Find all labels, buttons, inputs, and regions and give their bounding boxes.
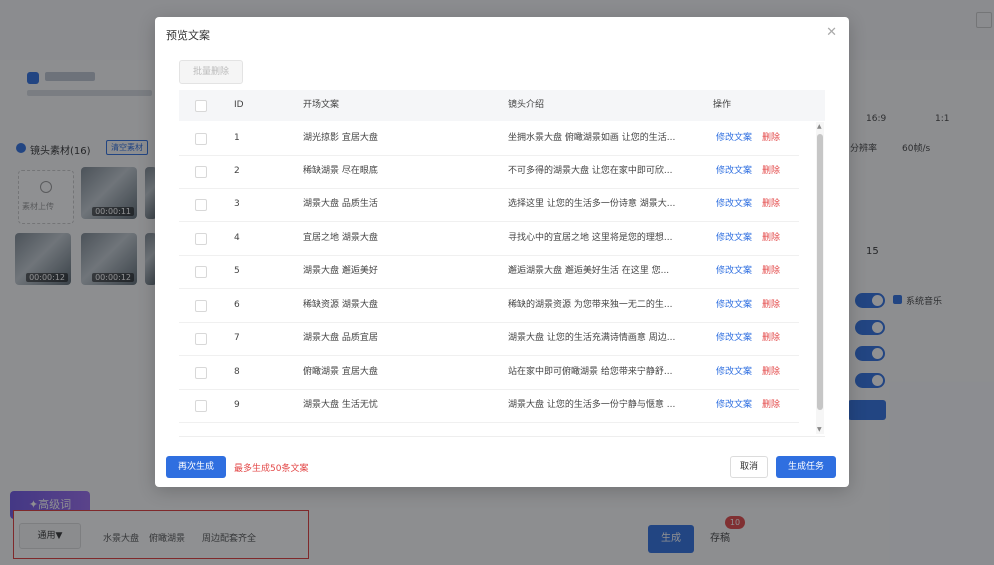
table-header: ID 开场文案 镜头介绍 操作 <box>179 90 825 121</box>
row-checkbox[interactable] <box>195 300 207 312</box>
row-opening: 湖光掠影 宜居大盘 <box>303 133 378 143</box>
table-row: 6 稀缺资源 湖景大盘 稀缺的湖景资源 为您带来独一无二的生... 修改文案 删… <box>179 289 799 323</box>
modal-title: 预览文案 <box>166 29 210 42</box>
edit-copy-link[interactable]: 修改文案 <box>716 188 752 221</box>
table-row: 1 湖光掠影 宜居大盘 坐拥水景大盘 俯瞰湖景如画 让您的生活... 修改文案 … <box>179 122 799 156</box>
delete-link[interactable]: 删除 <box>762 188 780 221</box>
create-task-button[interactable]: 生成任务 <box>776 456 836 478</box>
row-intro: 坐拥水景大盘 俯瞰湖景如画 让您的生活... <box>508 133 676 143</box>
delete-link[interactable]: 删除 <box>762 322 780 355</box>
regenerate-button[interactable]: 再次生成 <box>166 456 226 478</box>
row-intro: 湖景大盘 让您的生活多一份宁静与惬意 ... <box>508 400 676 410</box>
row-opening: 稀缺资源 湖景大盘 <box>303 300 378 310</box>
edit-copy-link[interactable]: 修改文案 <box>716 389 752 422</box>
table-row: 4 宜居之地 湖景大盘 寻找心中的宜居之地 这里将是您的理想... 修改文案 删… <box>179 222 799 256</box>
row-intro: 不可多得的湖景大盘 让您在家中即可欣... <box>508 166 673 176</box>
scroll-down-icon[interactable]: ▼ <box>817 426 822 433</box>
row-intro: 站在家中即可俯瞰湖景 给您带来宁静舒... <box>508 367 673 377</box>
edit-copy-link[interactable]: 修改文案 <box>716 122 752 155</box>
cancel-button[interactable]: 取消 <box>730 456 768 478</box>
edit-copy-link[interactable]: 修改文案 <box>716 155 752 188</box>
table-row: 3 湖景大盘 品质生活 选择这里 让您的生活多一份诗意 湖景大... 修改文案 … <box>179 188 799 222</box>
row-checkbox[interactable] <box>195 266 207 278</box>
row-checkbox[interactable] <box>195 233 207 245</box>
table-row: 7 湖景大盘 品质宜居 湖景大盘 让您的生活充满诗情画意 周边... 修改文案 … <box>179 322 799 356</box>
close-icon[interactable]: ✕ <box>826 25 837 40</box>
row-opening: 湖景大盘 品质生活 <box>303 199 378 209</box>
scroll-up-icon[interactable]: ▲ <box>817 123 822 130</box>
table-row: 9 湖景大盘 生活无忧 湖景大盘 让您的生活多一份宁静与惬意 ... 修改文案 … <box>179 389 799 423</box>
row-intro: 邂逅湖景大盘 邂逅美好生活 在这里 您... <box>508 266 670 276</box>
select-all-checkbox[interactable] <box>195 100 207 112</box>
row-opening: 湖景大盘 品质宜居 <box>303 333 378 343</box>
row-checkbox[interactable] <box>195 367 207 379</box>
footer-divider <box>179 436 825 437</box>
row-id: 6 <box>234 300 240 310</box>
delete-link[interactable]: 删除 <box>762 122 780 155</box>
row-intro: 湖景大盘 让您的生活充满诗情画意 周边... <box>508 333 676 343</box>
row-intro: 选择这里 让您的生活多一份诗意 湖景大... <box>508 199 676 209</box>
edit-copy-link[interactable]: 修改文案 <box>716 222 752 255</box>
row-id: 5 <box>234 266 240 276</box>
table-row: 5 湖景大盘 邂逅美好 邂逅湖景大盘 邂逅美好生活 在这里 您... 修改文案 … <box>179 255 799 289</box>
row-id: 7 <box>234 333 240 343</box>
row-opening: 稀缺湖景 尽在眼底 <box>303 166 378 176</box>
row-checkbox[interactable] <box>195 199 207 211</box>
delete-link[interactable]: 删除 <box>762 255 780 288</box>
column-header-intro: 镜头介绍 <box>508 100 545 110</box>
row-id: 8 <box>234 367 240 377</box>
row-checkbox[interactable] <box>195 133 207 145</box>
edit-copy-link[interactable]: 修改文案 <box>716 356 752 389</box>
delete-link[interactable]: 删除 <box>762 389 780 422</box>
delete-link[interactable]: 删除 <box>762 155 780 188</box>
row-opening: 俯瞰湖景 宜居大盘 <box>303 367 378 377</box>
column-header-actions: 操作 <box>713 100 732 110</box>
scrollbar-thumb[interactable] <box>817 134 823 410</box>
table-row: 2 稀缺湖景 尽在眼底 不可多得的湖景大盘 让您在家中即可欣... 修改文案 删… <box>179 155 799 189</box>
table-scrollbar[interactable]: ▲ ▼ <box>816 122 824 434</box>
row-opening: 宜居之地 湖景大盘 <box>303 233 378 243</box>
delete-link[interactable]: 删除 <box>762 222 780 255</box>
row-id: 3 <box>234 199 240 209</box>
edit-copy-link[interactable]: 修改文案 <box>716 289 752 322</box>
column-header-opening: 开场文案 <box>303 100 340 110</box>
table-row: 8 俯瞰湖景 宜居大盘 站在家中即可俯瞰湖景 给您带来宁静舒... 修改文案 删… <box>179 356 799 390</box>
column-header-id: ID <box>234 100 244 110</box>
delete-link[interactable]: 删除 <box>762 289 780 322</box>
row-checkbox[interactable] <box>195 400 207 412</box>
row-intro: 稀缺的湖景资源 为您带来独一无二的生... <box>508 300 673 310</box>
limit-note: 最多生成50条文案 <box>234 464 309 474</box>
row-id: 9 <box>234 400 240 410</box>
delete-link[interactable]: 删除 <box>762 356 780 389</box>
preview-copy-modal: 预览文案 ✕ 批量删除 ID 开场文案 镜头介绍 操作 1 湖光掠影 宜居大盘 … <box>155 17 849 487</box>
row-opening: 湖景大盘 邂逅美好 <box>303 266 378 276</box>
row-checkbox[interactable] <box>195 166 207 178</box>
row-id: 4 <box>234 233 240 243</box>
row-opening: 湖景大盘 生活无忧 <box>303 400 378 410</box>
row-checkbox[interactable] <box>195 333 207 345</box>
edit-copy-link[interactable]: 修改文案 <box>716 322 752 355</box>
edit-copy-link[interactable]: 修改文案 <box>716 255 752 288</box>
row-id: 1 <box>234 133 240 143</box>
batch-delete-button[interactable]: 批量删除 <box>179 60 243 84</box>
row-id: 2 <box>234 166 240 176</box>
row-intro: 寻找心中的宜居之地 这里将是您的理想... <box>508 233 673 243</box>
